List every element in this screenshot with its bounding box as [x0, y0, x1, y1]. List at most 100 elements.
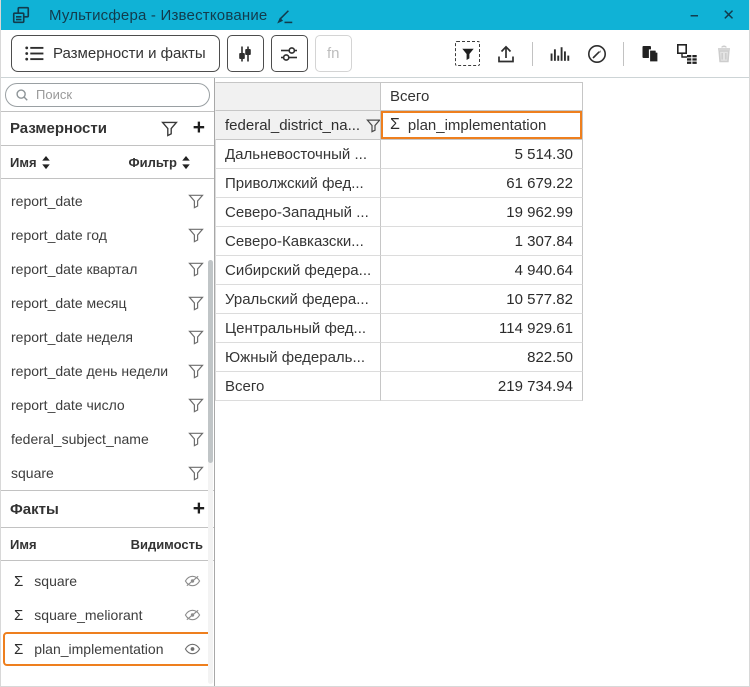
app-window: Мультисфера - Известкование – ✕ — [0, 0, 750, 687]
dimension-item[interactable]: report_date месяц — [1, 286, 214, 320]
dimension-name-label: report_date месяц — [11, 295, 127, 311]
dimension-item[interactable]: report_date число — [1, 388, 214, 422]
eye-visible-icon[interactable] — [184, 643, 201, 655]
fact-item[interactable]: Σ square — [3, 564, 212, 598]
pivot-body: Дальневосточный ... 5 514.30 Приволжский… — [215, 140, 583, 401]
dimensions-filter-icon[interactable] — [161, 120, 178, 137]
filter-icon[interactable] — [188, 465, 204, 481]
pivot-row-dimension-header[interactable]: federal_district_na... — [215, 111, 381, 140]
titlebar: Мультисфера - Известкование – ✕ — [1, 0, 749, 30]
filter-icon[interactable] — [188, 363, 204, 379]
pivot-data-row[interactable]: Дальневосточный ... 5 514.30 — [215, 140, 583, 169]
structure-button[interactable] — [676, 43, 698, 65]
dimension-item[interactable]: report_date год — [1, 218, 214, 252]
row-label-cell[interactable]: Дальневосточный ... — [215, 140, 381, 169]
pivot-data-row[interactable]: Приволжский фед... 61 679.22 — [215, 169, 583, 198]
search-icon — [15, 88, 29, 102]
facts-header: Факты + — [1, 491, 214, 527]
row-label-cell[interactable]: Центральный фед... — [215, 314, 381, 343]
compass-button[interactable] — [586, 43, 608, 65]
filter-column-label: Фильтр — [128, 155, 177, 170]
vertical-sliders-button[interactable] — [227, 35, 264, 72]
search-box[interactable] — [5, 83, 210, 107]
add-fact-button[interactable]: + — [193, 498, 205, 519]
sigma-icon: Σ — [390, 116, 400, 134]
copy-sphere-button[interactable] — [639, 43, 661, 65]
row-value-cell[interactable]: 219 734.94 — [381, 372, 583, 401]
pivot-data-row[interactable]: Всего 219 734.94 — [215, 372, 583, 401]
formula-button[interactable]: fn — [315, 35, 352, 72]
chart-button[interactable] — [548, 42, 571, 65]
row-dimension-label: federal_district_na... — [225, 117, 360, 134]
filter-icon[interactable] — [188, 227, 204, 243]
fact-item[interactable]: Σ square_meliorant — [3, 598, 212, 632]
dimension-name-label: report_date число — [11, 397, 125, 413]
row-label-cell[interactable]: Всего — [215, 372, 381, 401]
filter-icon[interactable] — [188, 295, 204, 311]
filter-icon[interactable] — [188, 431, 204, 447]
dimension-item[interactable]: report_date день недели — [1, 354, 214, 388]
filter-funnel-icon — [461, 47, 475, 61]
search-input[interactable] — [36, 87, 200, 102]
minimize-button[interactable]: – — [686, 6, 702, 25]
close-button[interactable]: ✕ — [718, 6, 739, 25]
list-icon — [25, 46, 44, 61]
pivot-data-row[interactable]: Южный федераль... 822.50 — [215, 343, 583, 372]
row-value-cell[interactable]: 10 577.82 — [381, 285, 583, 314]
dimension-list: report_date report_date год report_date … — [1, 179, 214, 490]
dimension-name-label: report_date день недели — [11, 363, 168, 379]
row-value-cell[interactable]: 114 929.61 — [381, 314, 583, 343]
name-column-label: Имя — [10, 537, 37, 552]
filter-icon[interactable] — [188, 329, 204, 345]
fact-name-label: plan_implementation — [34, 641, 163, 657]
pivot-data-row[interactable]: Центральный фед... 114 929.61 — [215, 314, 583, 343]
row-label-cell[interactable]: Северо-Западный ... — [215, 198, 381, 227]
area-filter-button[interactable] — [455, 41, 480, 66]
eye-hidden-icon[interactable] — [184, 575, 201, 587]
window-title: Мультисфера - Известкование — [49, 7, 267, 24]
dimension-name-label: square — [11, 465, 54, 481]
filter-icon[interactable] — [188, 193, 204, 209]
row-value-cell[interactable]: 61 679.22 — [381, 169, 583, 198]
row-label-cell[interactable]: Северо-Кавказски... — [215, 227, 381, 256]
dimension-item[interactable]: report_date — [1, 184, 214, 218]
dimensions-facts-button[interactable]: Размерности и факты — [11, 35, 220, 72]
add-dimension-button[interactable]: + — [193, 117, 205, 138]
fact-name-label: square — [34, 573, 77, 589]
pivot-data-row[interactable]: Северо-Кавказски... 1 307.84 — [215, 227, 583, 256]
row-label-cell[interactable]: Южный федераль... — [215, 343, 381, 372]
row-value-cell[interactable]: 19 962.99 — [381, 198, 583, 227]
toolbar-separator — [532, 42, 533, 66]
sort-name-icon[interactable] — [41, 155, 51, 170]
row-label-cell[interactable]: Приволжский фед... — [215, 169, 381, 198]
row-value-cell[interactable]: 1 307.84 — [381, 227, 583, 256]
fact-item[interactable]: Σ plan_implementation — [3, 632, 212, 666]
row-value-cell[interactable]: 4 940.64 — [381, 256, 583, 285]
pivot-data-row[interactable]: Сибирский федера... 4 940.64 — [215, 256, 583, 285]
dimension-item[interactable]: report_date квартал — [1, 252, 214, 286]
name-column-label: Имя — [10, 155, 37, 170]
dimension-item[interactable]: square — [1, 456, 214, 490]
pivot-area: Всего federal_district_na... Σ plan_impl — [215, 78, 749, 686]
pivot-data-row[interactable]: Северо-Западный ... 19 962.99 — [215, 198, 583, 227]
row-value-cell[interactable]: 822.50 — [381, 343, 583, 372]
dimension-name-label: report_date неделя — [11, 329, 133, 345]
filter-icon[interactable] — [188, 397, 204, 413]
filter-icon[interactable] — [188, 261, 204, 277]
row-value-cell[interactable]: 5 514.30 — [381, 140, 583, 169]
pivot-total-column-header[interactable]: Всего — [381, 82, 583, 111]
pivot-measure-header[interactable]: Σ plan_implementation — [381, 111, 583, 140]
horizontal-sliders-button[interactable] — [271, 35, 308, 72]
export-button[interactable] — [495, 43, 517, 65]
sigma-icon: Σ — [14, 607, 23, 624]
rename-pencil-icon[interactable] — [275, 6, 294, 25]
row-label-cell[interactable]: Уральский федера... — [215, 285, 381, 314]
sidebar-scrollbar-thumb[interactable] — [208, 260, 213, 463]
sort-filter-icon[interactable] — [181, 155, 191, 170]
dimension-item[interactable]: report_date неделя — [1, 320, 214, 354]
row-label-cell[interactable]: Сибирский федера... — [215, 256, 381, 285]
pivot-data-row[interactable]: Уральский федера... 10 577.82 — [215, 285, 583, 314]
filter-icon[interactable] — [366, 118, 381, 133]
eye-hidden-icon[interactable] — [184, 609, 201, 621]
dimension-item[interactable]: federal_subject_name — [1, 422, 214, 456]
